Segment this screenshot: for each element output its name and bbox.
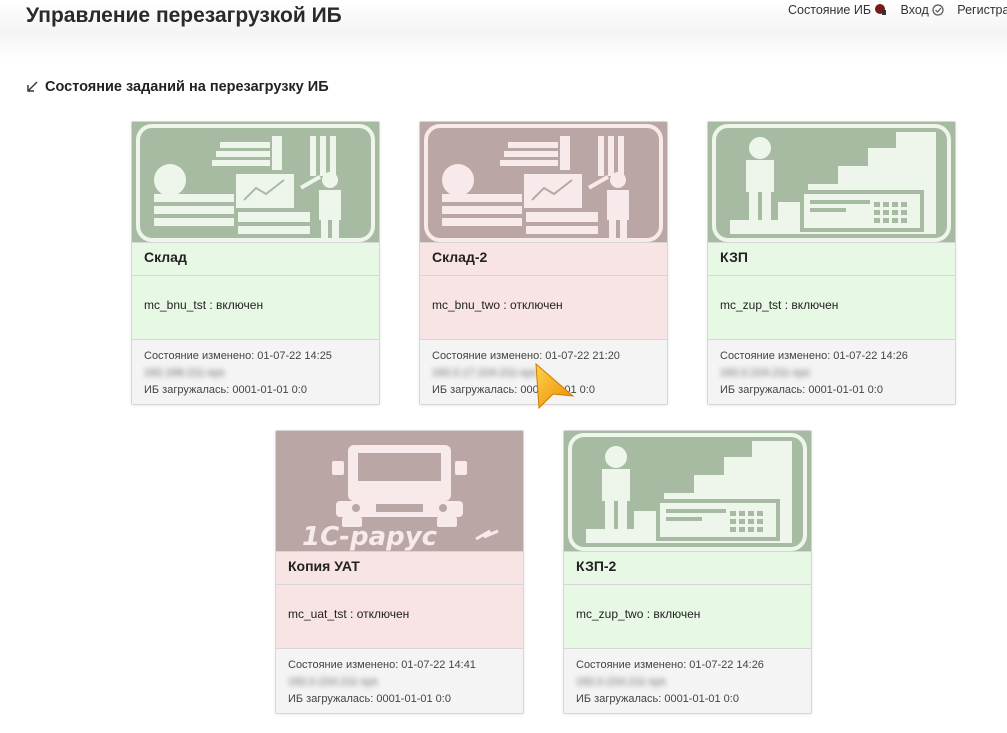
card-host: 192.0.224.211-sys	[720, 367, 810, 379]
card-image	[132, 122, 379, 242]
card-image	[708, 122, 955, 242]
card-image: 1С-рарус	[276, 431, 523, 551]
section-title-text: Состояние заданий на перезагрузку ИБ	[45, 79, 329, 95]
card-loaded: ИБ загружалась: 0001-01-01 0:0	[144, 384, 307, 396]
card-loaded: ИБ загружалась: 0001-01-01 0:0	[288, 693, 451, 705]
ib-card[interactable]: КЗП-2 mc_zup_two : включен Состояние изм…	[563, 430, 812, 714]
page-title: Управление перезагрузкой ИБ	[26, 4, 342, 27]
card-state-changed: Состояние изменено: 01-07-22 14:26	[720, 350, 908, 362]
logo-text: 1С-рарус	[302, 522, 438, 551]
card-image	[420, 122, 667, 242]
card-footer: Состояние изменено: 01-07-22 21:20 192.0…	[420, 340, 667, 404]
check-circle-icon	[932, 4, 944, 16]
card-state-changed: Состояние изменено: 01-07-22 14:25	[144, 350, 332, 362]
card-loaded: ИБ загружалась: 0001-01-01 0:0	[576, 693, 739, 705]
card-footer: Состояние изменено: 01-07-22 14:26 192.0…	[708, 340, 955, 404]
card-footer: Состояние изменено: 01-07-22 14:25 192.1…	[132, 340, 379, 404]
card-status: mc_zup_tst : включен	[708, 276, 955, 340]
nav-login-label: Вход	[900, 3, 929, 17]
card-status: mc_zup_two : включен	[564, 585, 811, 649]
section-title: Состояние заданий на перезагрузку ИБ	[26, 79, 329, 95]
top-navigation: Состояние ИБ Вход Регистрация	[788, 3, 1007, 21]
truck-icon: 1С-рарус	[276, 431, 523, 551]
card-host: 192.0.224.211-sys	[576, 676, 666, 688]
ib-card[interactable]: Склад mc_bnu_tst : включен Состояние изм…	[131, 121, 380, 405]
factory-icon	[420, 122, 667, 242]
card-title: Склад	[132, 242, 379, 276]
career-stairs-icon	[708, 122, 955, 242]
card-loaded: ИБ загружалась: 0001-01-01 0:0	[720, 384, 883, 396]
ib-card[interactable]: КЗП mc_zup_tst : включен Состояние измен…	[707, 121, 956, 405]
nav-state-link[interactable]: Состояние ИБ	[788, 3, 887, 17]
card-footer: Состояние изменено: 01-07-22 14:41 192.0…	[276, 649, 523, 713]
ib-card[interactable]: 1С-рарус Копия УАТ mc_uat_tst : отключен…	[275, 430, 524, 714]
career-stairs-icon	[564, 431, 811, 551]
card-state-changed: Состояние изменено: 01-07-22 14:41	[288, 659, 476, 671]
card-status: mc_uat_tst : отключен	[276, 585, 523, 649]
card-image	[564, 431, 811, 551]
card-title: Склад-2	[420, 242, 667, 276]
card-footer: Состояние изменено: 01-07-22 14:26 192.0…	[564, 649, 811, 713]
nav-register-link[interactable]: Регистрация	[957, 3, 1007, 17]
card-status: mc_bnu_tst : включен	[132, 276, 379, 340]
database-icon	[875, 4, 887, 15]
card-host: 192.168.211-sys	[144, 367, 225, 379]
ib-card[interactable]: Склад-2 mc_bnu_two : отключен Состояние …	[419, 121, 668, 405]
card-host: 192.0.224.211-sys	[288, 676, 378, 688]
card-loaded: ИБ загружалась: 0001-01-01 0:0	[432, 384, 595, 396]
header-bar: Управление перезагрузкой ИБ Состояние ИБ…	[0, 0, 1007, 60]
card-title: КЗП	[708, 242, 955, 276]
card-state-changed: Состояние изменено: 01-07-22 21:20	[432, 350, 620, 362]
card-state-changed: Состояние изменено: 01-07-22 14:26	[576, 659, 764, 671]
arrow-down-left-icon	[27, 81, 38, 92]
card-status: mc_bnu_two : отключен	[420, 276, 667, 340]
card-title: Копия УАТ	[276, 551, 523, 585]
nav-state-label: Состояние ИБ	[788, 3, 872, 17]
nav-login-link[interactable]: Вход	[901, 3, 944, 17]
factory-icon	[132, 122, 379, 242]
card-title: КЗП-2	[564, 551, 811, 585]
card-host: 192.0.17.224.211-sys	[432, 367, 537, 379]
